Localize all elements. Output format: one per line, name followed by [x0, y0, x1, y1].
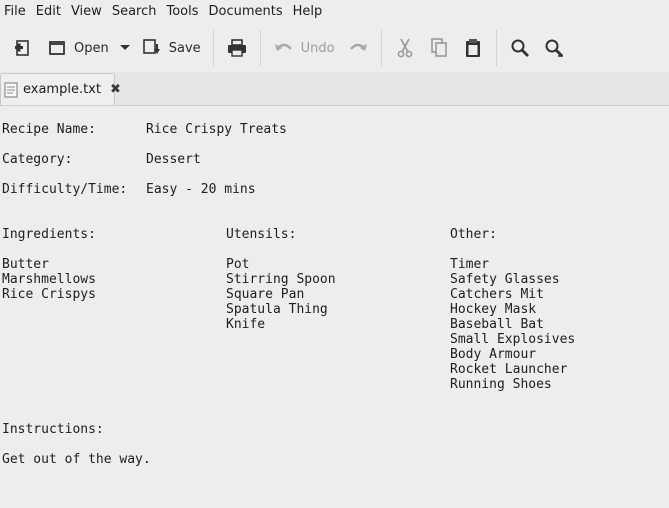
menu-bar: File Edit View Search Tools Documents He… [0, 0, 669, 24]
category-value: Dessert [146, 152, 201, 167]
ingredient-item: Rice Crispys [2, 287, 96, 302]
toolbar-separator [212, 30, 214, 66]
other-item: Body Armour [450, 347, 537, 362]
other-heading: Other: [450, 227, 497, 242]
redo-icon [347, 37, 369, 59]
text-document-icon [4, 82, 18, 98]
utensil-item: Stirring Spoon [226, 272, 336, 287]
other-item: Catchers Mit [450, 287, 544, 302]
tab-label: example.txt [23, 82, 101, 97]
find-button[interactable] [503, 31, 537, 65]
search-icon [509, 37, 531, 59]
utensil-item: Square Pan [226, 287, 305, 302]
chevron-down-icon [119, 41, 131, 56]
new-document-icon [12, 37, 34, 59]
copy-icon [428, 37, 450, 59]
open-recent-dropdown[interactable] [115, 31, 135, 65]
other-item: Running Shoes [450, 377, 552, 392]
ingredients-heading: Ingredients: [2, 227, 96, 242]
text-editor[interactable]: Recipe Name: Rice Crispy Treats Category… [0, 106, 669, 508]
undo-label: Undo [300, 40, 335, 56]
other-item: Small Explosives [450, 332, 576, 347]
menu-tools[interactable]: Tools [161, 0, 203, 24]
instructions-heading: Instructions: [2, 422, 104, 437]
menu-file[interactable]: File [0, 0, 31, 24]
menu-help[interactable]: Help [288, 0, 328, 24]
ingredient-item: Butter [2, 257, 49, 272]
toolbar-separator [259, 30, 261, 66]
scissors-icon [394, 37, 416, 59]
copy-button[interactable] [422, 31, 456, 65]
find-replace-button[interactable] [537, 31, 571, 65]
recipe-name-value: Rice Crispy Treats [146, 122, 287, 137]
save-button[interactable]: Save [135, 31, 207, 65]
redo-button[interactable] [341, 31, 375, 65]
tab-bar: example.txt ✖ [0, 72, 669, 106]
other-item: Rocket Launcher [450, 362, 568, 377]
new-document-button[interactable] [6, 31, 40, 65]
menu-edit[interactable]: Edit [31, 0, 66, 24]
search-replace-icon [543, 37, 565, 59]
print-button[interactable] [220, 31, 254, 65]
other-item: Safety Glasses [450, 272, 560, 287]
open-label: Open [74, 40, 109, 56]
paste-button[interactable] [456, 31, 490, 65]
close-icon[interactable]: ✖ [110, 82, 121, 97]
toolbar: Open Save Undo [0, 24, 669, 72]
tab-example-txt[interactable]: example.txt ✖ [0, 73, 121, 105]
undo-icon [273, 37, 295, 59]
other-item: Timer [450, 257, 490, 272]
ingredient-item: Marshmellows [2, 272, 96, 287]
open-folder-icon [46, 37, 68, 59]
recipe-name-label: Recipe Name: [2, 122, 96, 137]
difficulty-value: Easy - 20 mins [146, 182, 256, 197]
utensils-heading: Utensils: [226, 227, 297, 242]
category-label: Category: [2, 152, 73, 167]
printer-icon [226, 37, 248, 59]
instructions-text: Get out of the way. [2, 452, 151, 467]
save-label: Save [168, 40, 201, 56]
menu-view[interactable]: View [66, 0, 107, 24]
undo-button[interactable]: Undo [267, 31, 341, 65]
utensil-item: Pot [226, 257, 250, 272]
save-icon [141, 37, 163, 59]
cut-button[interactable] [388, 31, 422, 65]
open-button[interactable]: Open [40, 31, 115, 65]
utensil-item: Spatula Thing [226, 302, 328, 317]
menu-search[interactable]: Search [107, 0, 162, 24]
toolbar-separator [380, 30, 382, 66]
difficulty-label: Difficulty/Time: [2, 182, 128, 197]
other-item: Baseball Bat [450, 317, 544, 332]
clipboard-icon [462, 37, 484, 59]
other-item: Hockey Mask [450, 302, 537, 317]
utensil-item: Knife [226, 317, 266, 332]
toolbar-separator [495, 30, 497, 66]
menu-documents[interactable]: Documents [204, 0, 288, 24]
